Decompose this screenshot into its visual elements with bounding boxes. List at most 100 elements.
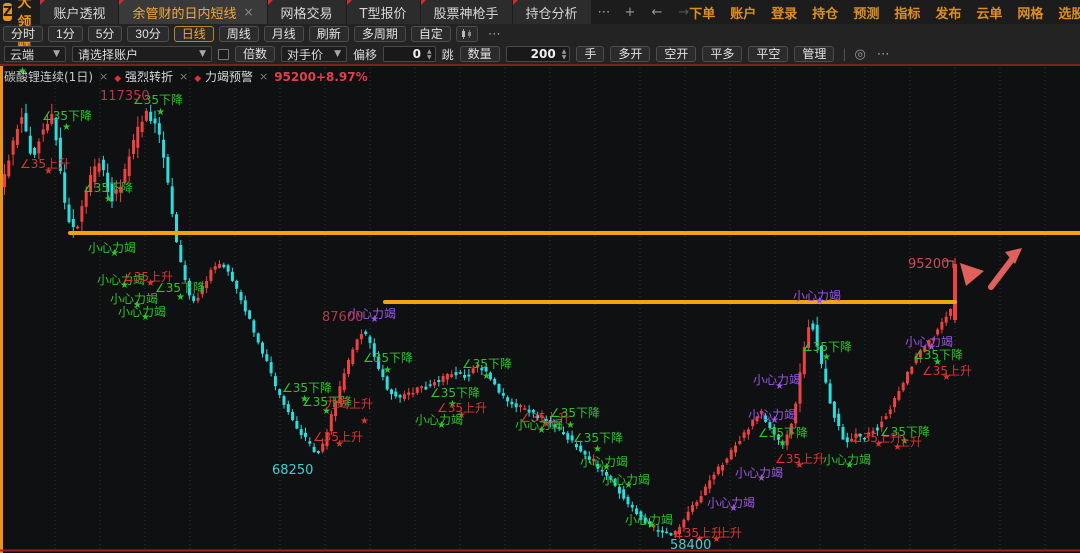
- candlestick-chart[interactable]: ∠35下降★∠35下降★∠35下降★∠35下降★∠35上升★小心力竭★小心力竭★…: [0, 66, 1080, 553]
- kline-style-icon[interactable]: [456, 26, 478, 42]
- svg-text:力竭上升: 力竭上升: [325, 397, 373, 411]
- svg-text:★: ★: [44, 166, 53, 177]
- tab-corner-icon: [119, 0, 124, 5]
- close-icon[interactable]: ×: [259, 70, 268, 83]
- timeframe-button[interactable]: 5分: [88, 26, 123, 42]
- timeframe-button[interactable]: 日线: [174, 26, 214, 42]
- add-tab-icon[interactable]: +: [625, 5, 636, 20]
- trade-more-icon[interactable]: ⋯: [872, 47, 895, 62]
- panel-bottom-line: [0, 550, 1080, 552]
- svg-text:∠35下降: ∠35下降: [430, 386, 480, 400]
- svg-text:★: ★: [942, 372, 951, 383]
- spinner-down-icon: ▼: [427, 55, 432, 60]
- timeframe-button[interactable]: 30分: [127, 26, 168, 42]
- tab-label: 网格交易: [281, 3, 333, 22]
- timeframe-button[interactable]: 月线: [264, 26, 304, 42]
- order-button-空开[interactable]: 空开: [656, 46, 696, 62]
- svg-text:★: ★: [845, 460, 854, 471]
- tab-item[interactable]: 股票神枪手: [421, 0, 512, 24]
- nav-link-指标[interactable]: 指标: [894, 3, 920, 22]
- source-select[interactable]: 云端 ▼: [4, 46, 66, 62]
- tab-item[interactable]: 账户透视: [40, 0, 118, 24]
- target-icon[interactable]: ◎: [854, 47, 865, 62]
- tab-item[interactable]: T型报价: [347, 0, 420, 24]
- svg-text:★: ★: [729, 503, 738, 514]
- multiple-button[interactable]: 倍数: [235, 46, 275, 62]
- svg-text:★: ★: [770, 415, 779, 426]
- svg-text:∠35下降: ∠35下降: [282, 381, 332, 395]
- svg-text:★: ★: [712, 534, 721, 545]
- order-button-管理[interactable]: 管理: [794, 46, 834, 62]
- timeframe-button[interactable]: 周线: [219, 26, 259, 42]
- svg-text:★: ★: [360, 416, 369, 427]
- svg-text:★: ★: [795, 460, 804, 471]
- quantity-stepper[interactable]: 200 ▲▼: [506, 46, 571, 62]
- nav-link-发布[interactable]: 发布: [935, 3, 961, 22]
- tab-item[interactable]: 网格交易: [268, 0, 346, 24]
- offset-unit-label: 跳: [442, 46, 454, 63]
- price-mode-select[interactable]: 对手价 ▼: [281, 46, 347, 62]
- indicator-2: ◆ 力竭预警: [194, 68, 253, 85]
- timeframe-button[interactable]: 刷新: [309, 26, 349, 42]
- timeframe-button[interactable]: 自定: [411, 26, 451, 42]
- account-checkbox[interactable]: [218, 49, 229, 60]
- nav-link-网格[interactable]: 网格: [1017, 3, 1043, 22]
- timeframe-more-icon[interactable]: ⋯: [483, 27, 506, 42]
- nav-link-下单[interactable]: 下单: [689, 3, 715, 22]
- svg-text:★: ★: [602, 462, 611, 473]
- nav-link-账户[interactable]: 账户: [730, 3, 756, 22]
- close-icon[interactable]: ×: [99, 70, 108, 83]
- window-tools: ⋯+←→: [625, 5, 690, 20]
- titlebar: Z 智大领峰 账户透视余管财的日内短线×网格交易T型报价股票神枪手持仓分析 ⋯ …: [0, 0, 1080, 24]
- price-mode-value: 对手价: [287, 46, 323, 63]
- tab-overflow-icon[interactable]: ⋯: [592, 5, 617, 20]
- back-icon[interactable]: ←: [651, 5, 662, 20]
- tab-active[interactable]: 余管财的日内短线×: [119, 0, 266, 24]
- chart-panel: 碳酸锂连续(1日) × ◆ 强烈转折 × ◆ 力竭预警 × 95200+8.97…: [0, 66, 1080, 553]
- spinner-icons[interactable]: ▲▼: [559, 49, 570, 60]
- nav-link-预测[interactable]: 预测: [853, 3, 879, 22]
- timeframe-button[interactable]: 多周期: [354, 26, 406, 42]
- svg-text:∠35下降: ∠35下降: [42, 109, 92, 123]
- svg-text:★: ★: [335, 439, 344, 450]
- diamond-icon: ◆: [194, 74, 201, 84]
- separator: |: [840, 47, 848, 61]
- spinner-icons[interactable]: ▲▼: [424, 49, 435, 60]
- offset-stepper[interactable]: 0 ▲▼: [383, 46, 436, 62]
- svg-text:58400: 58400: [670, 538, 711, 553]
- svg-text:★: ★: [624, 480, 633, 491]
- offset-label: 偏移: [353, 46, 377, 63]
- diamond-icon: ◆: [114, 74, 121, 84]
- svg-text:★: ★: [62, 122, 71, 133]
- lot-unit-button[interactable]: 手: [576, 46, 604, 62]
- app-logo-icon[interactable]: Z: [3, 3, 12, 21]
- tab-corner-icon: [268, 0, 273, 5]
- caret-down-icon: ▼: [199, 49, 206, 59]
- order-button-多开[interactable]: 多开: [610, 46, 650, 62]
- source-select-value: 云端: [10, 46, 34, 63]
- tab-close-icon[interactable]: ×: [243, 5, 253, 19]
- nav-link-持仓[interactable]: 持仓: [812, 3, 838, 22]
- order-buttons: 多开空开平多平空管理: [610, 46, 834, 62]
- tab-label: 账户透视: [53, 3, 105, 22]
- order-button-平多[interactable]: 平多: [702, 46, 742, 62]
- account-select-placeholder: 请选择账户: [78, 46, 138, 63]
- quantity-button[interactable]: 数量: [460, 46, 500, 62]
- account-select[interactable]: 请选择账户 ▼: [72, 46, 212, 62]
- svg-text:★: ★: [110, 248, 119, 259]
- nav-links: 下单账户登录持仓预测指标发布云单网格选股: [689, 3, 1080, 22]
- nav-link-登录[interactable]: 登录: [771, 3, 797, 22]
- svg-text:∠35下降: ∠35下降: [462, 357, 512, 371]
- order-button-平空[interactable]: 平空: [748, 46, 788, 62]
- tab-corner-icon: [40, 0, 45, 5]
- panel-left-stripe: [0, 66, 3, 553]
- forward-icon[interactable]: →: [678, 5, 689, 20]
- close-icon[interactable]: ×: [179, 70, 188, 83]
- tab-item[interactable]: 持仓分析: [513, 0, 591, 24]
- timeframe-button[interactable]: 分时: [3, 26, 43, 42]
- timeframe-button[interactable]: 1分: [48, 26, 83, 42]
- svg-text:★: ★: [566, 420, 575, 431]
- nav-link-云单[interactable]: 云单: [976, 3, 1002, 22]
- nav-link-选股[interactable]: 选股: [1058, 3, 1080, 22]
- svg-text:★: ★: [874, 439, 883, 450]
